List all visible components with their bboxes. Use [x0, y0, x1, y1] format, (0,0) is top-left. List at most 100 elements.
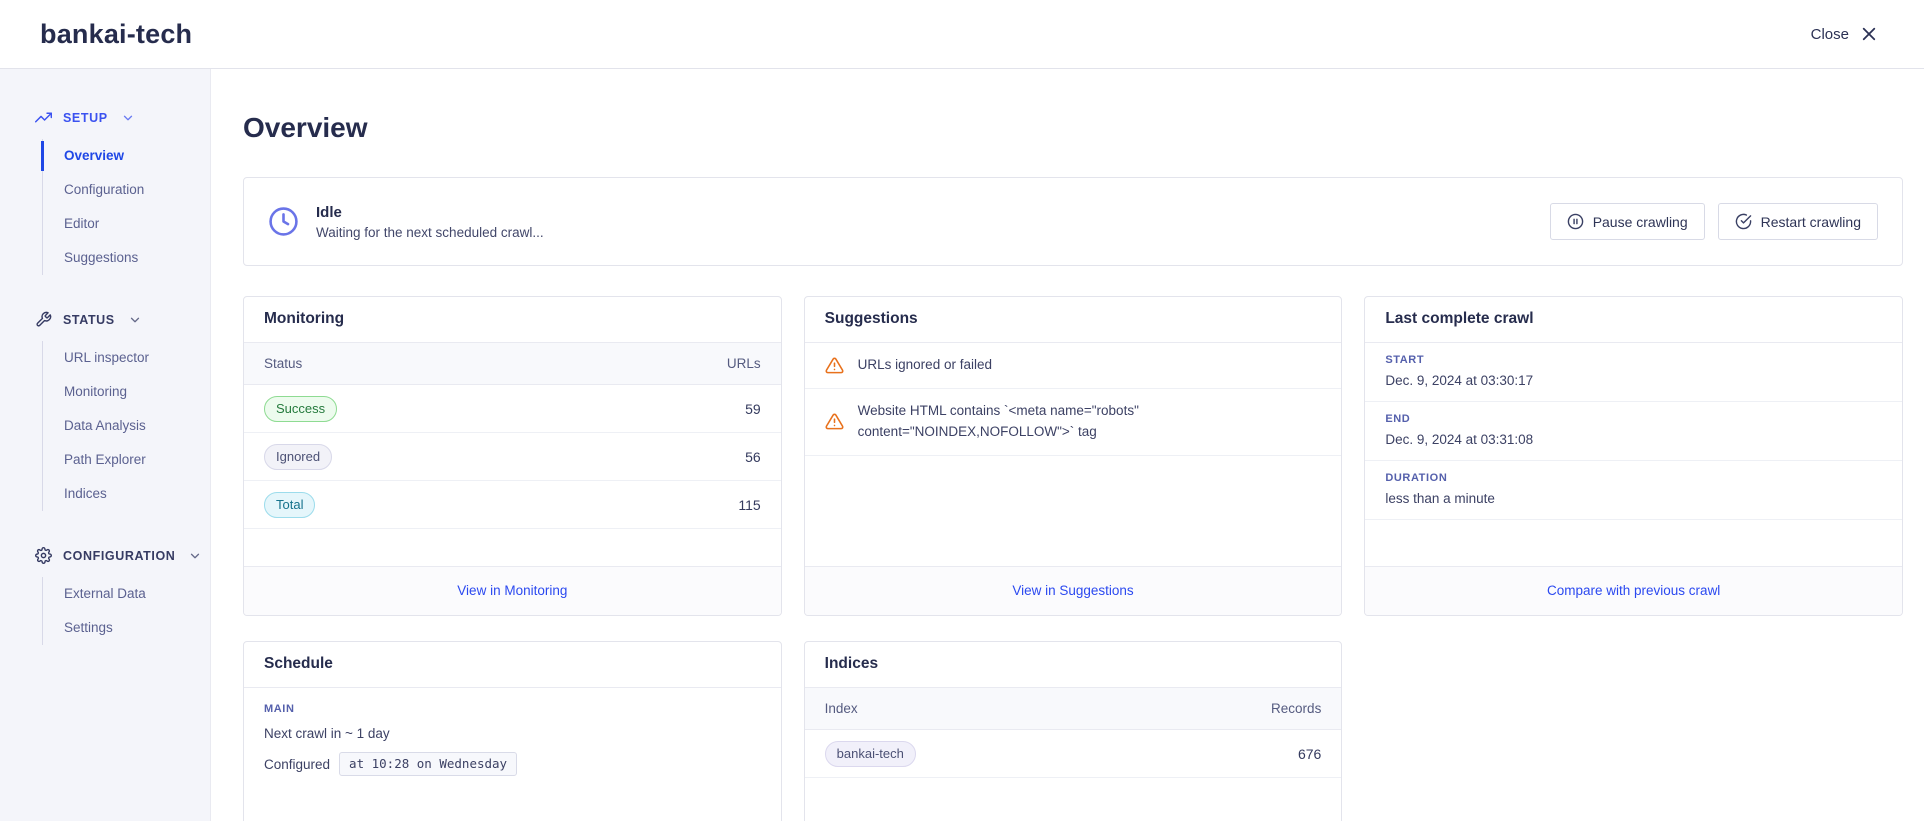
sidebar-item-data-analysis[interactable]: Data Analysis — [43, 409, 210, 443]
nav-group-status: STATUS URL inspector Monitoring Data Ana… — [35, 311, 210, 511]
crawler-status-banner: Idle Waiting for the next scheduled craw… — [243, 177, 1903, 266]
ignored-url-count: 56 — [745, 449, 761, 465]
sidebar-item-settings[interactable]: Settings — [43, 611, 210, 645]
nav-group-setup-header[interactable]: SETUP — [35, 109, 210, 126]
empty-grid-cell — [1364, 641, 1903, 821]
monitoring-card: Monitoring Status URLs Success 59 Ignore… — [243, 296, 782, 616]
crawl-end-field: END Dec. 9, 2024 at 03:31:08 — [1365, 402, 1902, 461]
nav-group-setup: SETUP Overview Configuration Editor Sugg… — [35, 109, 210, 275]
main-content: Overview Idle Waiting for the next sched… — [211, 69, 1924, 821]
configured-line: Configured at 10:28 on Wednesday — [264, 752, 761, 776]
chevron-down-icon — [128, 313, 142, 327]
page-title: Overview — [243, 111, 1903, 144]
suggestion-text: Website HTML contains `<meta name="robot… — [858, 401, 1322, 443]
warning-triangle-icon — [825, 356, 844, 375]
end-label: END — [1385, 413, 1882, 425]
end-value: Dec. 9, 2024 at 03:31:08 — [1385, 432, 1882, 447]
cards-row-1: Monitoring Status URLs Success 59 Ignore… — [243, 296, 1903, 616]
table-row: Ignored 56 — [244, 433, 781, 481]
nav-group-configuration-header[interactable]: CONFIGURATION — [35, 547, 210, 564]
nav-group-label: STATUS — [63, 313, 115, 327]
suggestions-card-footer: View in Suggestions — [805, 566, 1342, 615]
duration-value: less than a minute — [1385, 491, 1882, 506]
nav-group-label: SETUP — [63, 111, 108, 125]
close-button[interactable]: Close — [1805, 24, 1884, 44]
column-index: Index — [825, 701, 858, 716]
monitoring-card-title: Monitoring — [244, 297, 781, 343]
view-in-suggestions-link[interactable]: View in Suggestions — [1012, 583, 1133, 598]
restart-crawling-button[interactable]: Restart crawling — [1718, 203, 1878, 240]
restart-check-icon — [1735, 213, 1752, 230]
crawl-start-field: START Dec. 9, 2024 at 03:30:17 — [1365, 343, 1902, 402]
column-records: Records — [1271, 701, 1321, 716]
nav-group-status-header[interactable]: STATUS — [35, 311, 210, 328]
trending-up-icon — [35, 109, 52, 126]
column-status: Status — [264, 356, 302, 371]
warning-triangle-icon — [825, 412, 844, 431]
compare-previous-crawl-link[interactable]: Compare with previous crawl — [1547, 583, 1720, 598]
sidebar-item-url-inspector[interactable]: URL inspector — [43, 341, 210, 375]
sidebar-item-overview[interactable]: Overview — [43, 139, 210, 173]
duration-label: DURATION — [1385, 472, 1882, 484]
view-in-monitoring-link[interactable]: View in Monitoring — [457, 583, 567, 598]
status-badge-success: Success — [264, 396, 337, 422]
banner-text: Idle Waiting for the next scheduled craw… — [316, 204, 544, 240]
nav-items-status: URL inspector Monitoring Data Analysis P… — [42, 341, 210, 511]
close-button-label: Close — [1811, 26, 1849, 43]
column-urls: URLs — [727, 356, 761, 371]
chevron-down-icon — [121, 111, 135, 125]
wrench-icon — [35, 311, 52, 328]
crawler-state-label: Idle — [316, 204, 544, 221]
last-crawl-card-footer: Compare with previous crawl — [1365, 566, 1902, 615]
index-records-count: 676 — [1298, 746, 1321, 762]
restart-crawling-label: Restart crawling — [1761, 214, 1861, 230]
indices-card-title: Indices — [805, 642, 1342, 688]
nav-group-configuration: CONFIGURATION External Data Settings — [35, 547, 210, 645]
schedule-card-title: Schedule — [244, 642, 781, 688]
total-url-count: 115 — [738, 497, 760, 513]
start-value: Dec. 9, 2024 at 03:30:17 — [1385, 373, 1882, 388]
last-crawl-card: Last complete crawl START Dec. 9, 2024 a… — [1364, 296, 1903, 616]
last-crawl-card-title: Last complete crawl — [1365, 297, 1902, 343]
suggestions-card-title: Suggestions — [805, 297, 1342, 343]
gear-icon — [35, 547, 52, 564]
clock-icon — [268, 206, 299, 237]
index-name-badge: bankai-tech — [825, 741, 916, 767]
pause-circle-icon — [1567, 213, 1584, 230]
schedule-cron-chip: at 10:28 on Wednesday — [339, 752, 517, 776]
app-logo: bankai-tech — [40, 19, 192, 50]
table-row: bankai-tech 676 — [805, 730, 1342, 778]
status-badge-ignored: Ignored — [264, 444, 332, 470]
sidebar-item-path-explorer[interactable]: Path Explorer — [43, 443, 210, 477]
table-row: Success 59 — [244, 385, 781, 433]
pause-crawling-label: Pause crawling — [1593, 214, 1688, 230]
schedule-main-label: MAIN — [264, 703, 761, 715]
next-crawl-text: Next crawl in ~ 1 day — [264, 726, 761, 741]
nav-items-configuration: External Data Settings — [42, 577, 210, 645]
monitoring-table-header: Status URLs — [244, 343, 781, 385]
sidebar-item-suggestions[interactable]: Suggestions — [43, 241, 210, 275]
pause-crawling-button[interactable]: Pause crawling — [1550, 203, 1705, 240]
sidebar-item-indices[interactable]: Indices — [43, 477, 210, 511]
monitoring-card-footer: View in Monitoring — [244, 566, 781, 615]
close-icon — [1860, 25, 1878, 43]
schedule-card: Schedule MAIN Next crawl in ~ 1 day Conf… — [243, 641, 782, 821]
schedule-body: MAIN Next crawl in ~ 1 day Configured at… — [244, 688, 781, 791]
indices-card: Indices Index Records bankai-tech 676 — [804, 641, 1343, 821]
nav-items-setup: Overview Configuration Editor Suggestion… — [42, 139, 210, 275]
cards-row-2: Schedule MAIN Next crawl in ~ 1 day Conf… — [243, 641, 1903, 821]
suggestion-text: URLs ignored or failed — [858, 355, 992, 376]
chevron-down-icon — [188, 549, 202, 563]
nav-group-label: CONFIGURATION — [63, 549, 175, 563]
suggestions-card: Suggestions URLs ignored or failed Websi… — [804, 296, 1343, 616]
sidebar-item-editor[interactable]: Editor — [43, 207, 210, 241]
sidebar-item-monitoring[interactable]: Monitoring — [43, 375, 210, 409]
indices-table-header: Index Records — [805, 688, 1342, 730]
table-row: Total 115 — [244, 481, 781, 529]
start-label: START — [1385, 354, 1882, 366]
crawler-state-message: Waiting for the next scheduled crawl... — [316, 225, 544, 240]
sidebar-item-configuration[interactable]: Configuration — [43, 173, 210, 207]
sidebar: SETUP Overview Configuration Editor Sugg… — [0, 69, 211, 821]
configured-label: Configured — [264, 757, 330, 772]
sidebar-item-external-data[interactable]: External Data — [43, 577, 210, 611]
